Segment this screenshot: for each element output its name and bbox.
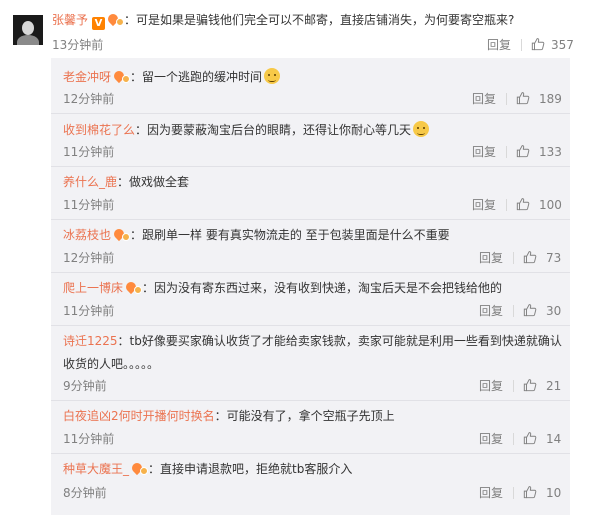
reply-user[interactable]: 诗迁1225 (63, 334, 118, 348)
reply-line: 种草大魔王_ ：直接申请退款吧，拒绝就tb客服介入 (63, 460, 353, 477)
row-divider (51, 325, 570, 326)
fan-badge-icon (123, 279, 143, 295)
row-divider (51, 272, 570, 273)
reply-text: ：留一个逃跑的缓冲时间 (130, 70, 263, 84)
thumb-up-icon[interactable] (523, 378, 537, 392)
row-divider (51, 400, 570, 401)
divider (513, 252, 514, 264)
reply-user[interactable]: 白夜追凶2何时开播何时换名 (63, 409, 215, 423)
reply-button[interactable]: 回复 (479, 485, 503, 501)
divider (513, 380, 514, 392)
reply-line: 爬上一博床 ：因为没有寄东西过来，没有收到快递，淘宝后天是不会把钱给他的 (63, 279, 503, 296)
thumb-up-icon[interactable] (523, 303, 537, 317)
like-count: 100 (539, 198, 562, 212)
reply-text: ：tb好像要买家确认收货了才能给卖家钱款，卖家可能就是利用一些看到快递就确认 (117, 334, 562, 348)
divider (513, 305, 514, 317)
laugh-emoji-icon (413, 121, 430, 137)
reply-user[interactable]: 养什么_鹿 (63, 175, 117, 189)
thumb-up-icon[interactable] (523, 431, 537, 445)
reply-button[interactable]: 回复 (472, 144, 496, 160)
reply-time: 11分钟前 (63, 432, 115, 446)
reply-user[interactable]: 种草大魔王_ (63, 462, 129, 476)
like-count: 10 (546, 486, 562, 500)
thumb-up-icon[interactable] (523, 485, 537, 499)
reply-button[interactable]: 回复 (472, 91, 496, 107)
like-count: 133 (539, 145, 562, 159)
reply-text: ：因为要蒙蔽淘宝后台的眼睛，还得让你耐心等几天 (135, 123, 412, 137)
reply-text: ：可能没有了，拿个空瓶子先顶上 (214, 409, 395, 423)
reply-line: 收到棉花了么：因为要蒙蔽淘宝后台的眼睛，还得让你耐心等几天 (63, 121, 430, 138)
reply-time: 11分钟前 (63, 198, 115, 212)
divider (513, 487, 514, 499)
reply-user[interactable]: 老金冲呀 (63, 70, 111, 84)
verified-icon: V (92, 17, 106, 30)
like-count: 30 (546, 304, 562, 318)
like-count: 14 (546, 432, 562, 446)
reply-time: 9分钟前 (63, 379, 107, 393)
thumb-up-icon[interactable] (531, 37, 545, 51)
main-comment: 张馨予 V ：可是如果是骗钱他们完全可以不邮寄，直接店铺消失，为何要寄空瓶来? 13… (0, 0, 590, 58)
reply-button[interactable]: 回复 (487, 37, 511, 53)
dog-emoji-icon (264, 68, 281, 84)
avatar[interactable] (13, 15, 43, 45)
reply-text-continued: 收货的人吧。。。。。 (63, 357, 160, 371)
reply-user[interactable]: 收到棉花了么 (63, 123, 135, 137)
reply-button[interactable]: 回复 (472, 197, 496, 213)
row-divider (51, 453, 570, 454)
reply-user[interactable]: 冰荔枝也 (63, 228, 111, 242)
thumb-up-icon[interactable] (516, 197, 530, 211)
thumb-up-icon[interactable] (516, 91, 530, 105)
reply-line: 养什么_鹿：做戏做全套 (63, 174, 189, 190)
divider (513, 433, 514, 445)
thumb-up-icon[interactable] (516, 144, 530, 158)
like-count: 21 (546, 379, 562, 393)
avatar-face (22, 21, 34, 35)
reply-text: ：因为没有寄东西过来，没有收到快递，淘宝后天是不会把钱给他的 (142, 281, 503, 295)
reply-line: 老金冲呀 ：留一个逃跑的缓冲时间 (63, 68, 281, 85)
main-comment-text: ：可是如果是骗钱他们完全可以不邮寄，直接店铺消失，为何要寄空瓶来? (124, 13, 515, 27)
like-count: 73 (546, 251, 562, 265)
reply-time: 12分钟前 (63, 251, 115, 265)
reply-time: 11分钟前 (63, 145, 115, 159)
thumb-up-icon[interactable] (523, 250, 537, 264)
reply-line-continued: 收货的人吧。。。。。 (63, 356, 159, 372)
reply-button[interactable]: 回复 (479, 378, 503, 394)
row-divider (51, 166, 570, 167)
reply-text: ：跟刷单一样 要有真实物流走的 至于包装里面是什么不重要 (130, 228, 450, 242)
divider (506, 199, 507, 211)
reply-button[interactable]: 回复 (479, 303, 503, 319)
like-count: 189 (539, 92, 562, 106)
reply-time: 12分钟前 (63, 92, 115, 106)
reply-time: 11分钟前 (63, 304, 115, 318)
reply-button[interactable]: 回复 (479, 431, 503, 447)
avatar-body (17, 35, 39, 45)
divider (506, 146, 507, 158)
reply-line: 诗迁1225：tb好像要买家确认收货了才能给卖家钱款，卖家可能就是利用一些看到快… (63, 333, 562, 349)
like-count: 357 (551, 38, 574, 52)
fan-badge-icon (105, 11, 125, 27)
fan-badge-icon (111, 68, 131, 84)
reply-line: 白夜追凶2何时开播何时换名：可能没有了，拿个空瓶子先顶上 (63, 408, 395, 424)
reply-button[interactable]: 回复 (479, 250, 503, 266)
main-comment-line: 张馨予 V ：可是如果是骗钱他们完全可以不邮寄，直接店铺消失，为何要寄空瓶来? (52, 11, 515, 30)
row-divider (51, 113, 570, 114)
row-divider (51, 219, 570, 220)
reply-user[interactable]: 爬上一博床 (63, 281, 123, 295)
fan-badge-icon (111, 226, 131, 242)
main-comment-user[interactable]: 张馨予 (52, 13, 88, 27)
fan-badge-icon (129, 460, 149, 476)
reply-time: 8分钟前 (63, 486, 107, 500)
reply-text: ：直接申请退款吧，拒绝就tb客服介入 (148, 462, 353, 476)
divider (506, 93, 507, 105)
main-comment-time: 13分钟前 (52, 38, 104, 52)
divider (521, 39, 522, 51)
reply-line: 冰荔枝也 ：跟刷单一样 要有真实物流走的 至于包装里面是什么不重要 (63, 226, 450, 243)
reply-text: ：做戏做全套 (117, 175, 190, 189)
